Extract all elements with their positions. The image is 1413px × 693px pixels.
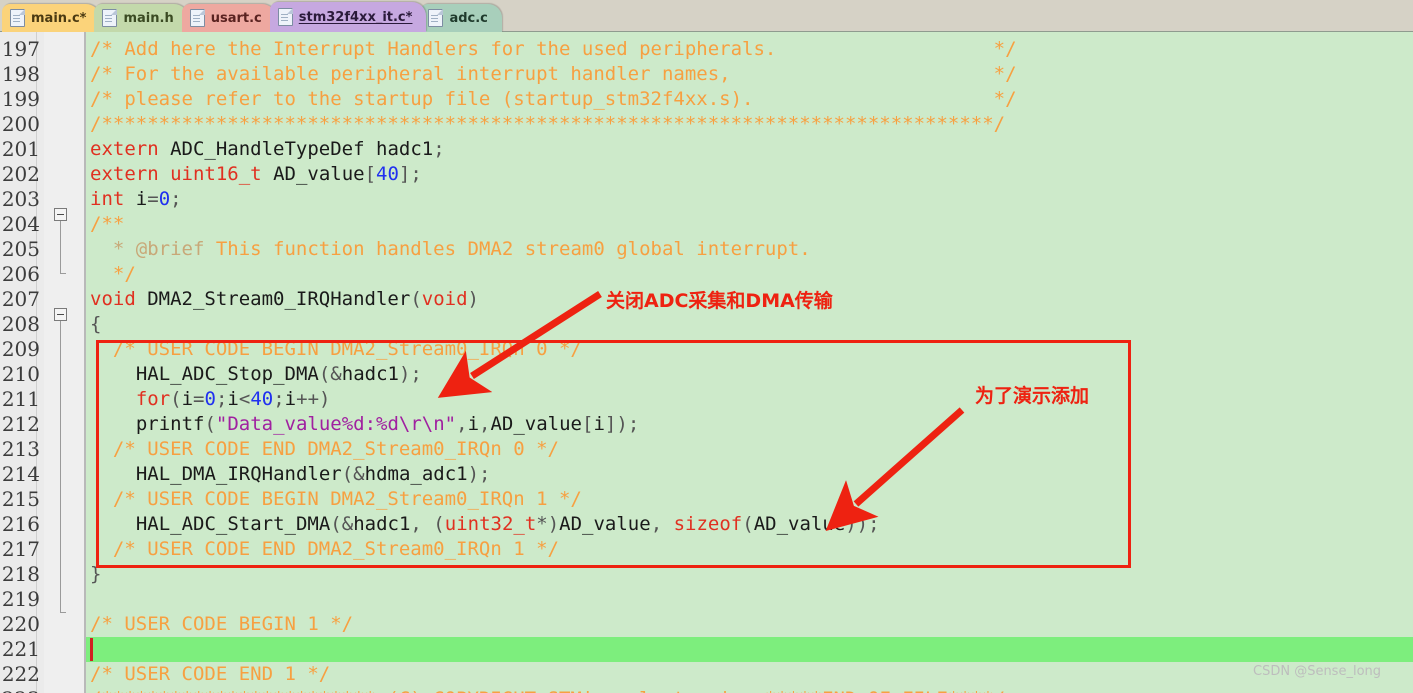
line-number: 210 bbox=[1, 362, 40, 386]
tab-stm32f4xx-it-c-[interactable]: stm32f4xx_it.c* bbox=[269, 2, 427, 32]
line-number: 217 bbox=[1, 537, 40, 561]
line-number: 197 bbox=[1, 37, 40, 61]
code-line[interactable]: printf("Data_value%d:%d\r\n",i,AD_value[… bbox=[90, 412, 1413, 437]
line-number: 205 bbox=[1, 237, 40, 261]
line-number: 221 bbox=[1, 637, 40, 661]
file-icon bbox=[189, 9, 205, 27]
code-line[interactable]: */ bbox=[90, 262, 1413, 287]
file-icon bbox=[10, 9, 25, 27]
text-caret bbox=[90, 638, 93, 661]
fold-range-end-208 bbox=[60, 612, 66, 613]
annotation-stop-adc-dma: 关闭ADC采集和DMA传输 bbox=[606, 290, 833, 312]
current-line-highlight bbox=[86, 637, 1413, 662]
line-number: 219 bbox=[1, 587, 40, 611]
annotation-demo-added: 为了演示添加 bbox=[975, 385, 1090, 407]
line-number: 214 bbox=[1, 462, 40, 486]
code-line[interactable]: * @brief This function handles DMA2 stre… bbox=[90, 237, 1413, 262]
line-number: 198 bbox=[1, 62, 40, 86]
fold-gutter[interactable] bbox=[44, 32, 86, 693]
tab-main-c-[interactable]: main.c* bbox=[2, 4, 101, 32]
fold-marker-204[interactable] bbox=[54, 208, 67, 221]
code-line[interactable]: /* For the available peripheral interrup… bbox=[90, 62, 1413, 87]
line-number: 207 bbox=[1, 287, 40, 311]
code-editor-window: main.c* main.h usart.c stm32f4xx_it.c* adc.c… bbox=[0, 0, 1413, 693]
code-line[interactable]: /************************ (C) COPYRIGHT … bbox=[90, 687, 1413, 693]
editor-tab-bar: main.c* main.h usart.c stm32f4xx_it.c* adc.c bbox=[0, 0, 1413, 32]
fold-gutter-divider bbox=[84, 32, 86, 693]
line-number: 212 bbox=[1, 412, 40, 436]
tab-label: main.c* bbox=[31, 10, 87, 26]
fold-marker-208[interactable] bbox=[54, 308, 67, 321]
line-number: 203 bbox=[1, 187, 40, 211]
code-line[interactable]: HAL_DMA_IRQHandler(&hdma_adc1); bbox=[90, 462, 1413, 487]
line-number: 201 bbox=[1, 137, 40, 161]
fold-range-bar-208 bbox=[60, 321, 61, 612]
file-icon bbox=[277, 8, 293, 26]
code-line[interactable]: /* USER CODE END DMA2_Stream0_IRQn 1 */ bbox=[90, 537, 1413, 562]
line-number: 208 bbox=[1, 312, 40, 336]
tab-label: adc.c bbox=[449, 10, 488, 26]
code-line[interactable]: /* USER CODE BEGIN DMA2_Stream0_IRQn 1 *… bbox=[90, 487, 1413, 512]
code-line[interactable]: /* USER CODE BEGIN DMA2_Stream0_IRQn 0 *… bbox=[90, 337, 1413, 362]
editor-surface[interactable]: 197 /* Add here the Interrupt Handlers fo… bbox=[0, 32, 1413, 693]
tab-main-h[interactable]: main.h bbox=[94, 4, 188, 32]
line-number: 211 bbox=[1, 387, 40, 411]
tab-strip: main.c* main.h usart.c stm32f4xx_it.c* adc.c bbox=[0, 0, 1413, 32]
code-line[interactable]: /***************************************… bbox=[90, 112, 1413, 137]
line-number: 216 bbox=[1, 512, 40, 536]
line-number: 222 bbox=[1, 662, 40, 686]
tab-label: usart.c bbox=[210, 10, 262, 26]
code-line[interactable]: extern uint16_t AD_value[40]; bbox=[90, 162, 1413, 187]
code-line[interactable]: int i=0; bbox=[90, 187, 1413, 212]
fold-range-end-204 bbox=[60, 273, 66, 274]
line-number: 223 bbox=[0, 687, 40, 693]
code-line[interactable]: /* USER CODE END 1 */ bbox=[90, 662, 1413, 687]
line-number: 220 bbox=[1, 612, 40, 636]
code-line[interactable]: HAL_ADC_Stop_DMA(&hadc1); bbox=[90, 362, 1413, 387]
fold-range-bar-204 bbox=[60, 221, 61, 273]
code-line[interactable]: extern ADC_HandleTypeDef hadc1; bbox=[90, 137, 1413, 162]
file-icon bbox=[102, 9, 118, 27]
code-line[interactable]: { bbox=[90, 312, 1413, 337]
code-line[interactable]: } bbox=[90, 562, 1413, 587]
code-line[interactable]: /* Add here the Interrupt Handlers for t… bbox=[90, 37, 1413, 62]
code-line[interactable]: /* USER CODE BEGIN 1 */ bbox=[90, 612, 1413, 637]
file-icon bbox=[428, 9, 444, 27]
watermark: CSDN @Sense_long bbox=[1253, 664, 1382, 679]
line-number: 215 bbox=[1, 487, 40, 511]
line-number: 199 bbox=[1, 87, 40, 111]
code-line[interactable]: /* please refer to the startup file (sta… bbox=[90, 87, 1413, 112]
tab-label: stm32f4xx_it.c* bbox=[298, 9, 413, 25]
tab-label: main.h bbox=[123, 10, 174, 26]
tab-usart-c[interactable]: usart.c bbox=[181, 4, 276, 32]
tab-adc-c[interactable]: adc.c bbox=[420, 4, 502, 32]
line-number: 213 bbox=[1, 437, 40, 461]
code-line[interactable]: /* USER CODE END DMA2_Stream0_IRQn 0 */ bbox=[90, 437, 1413, 462]
code-line[interactable]: HAL_ADC_Start_DMA(&hadc1, (uint32_t*)AD_… bbox=[90, 512, 1413, 537]
line-number: 202 bbox=[1, 162, 40, 186]
line-number: 200 bbox=[1, 112, 40, 136]
line-number: 218 bbox=[1, 562, 40, 586]
line-number: 204 bbox=[1, 212, 40, 236]
line-number: 206 bbox=[1, 262, 40, 286]
code-line[interactable]: for(i=0;i<40;i++) bbox=[90, 387, 1413, 412]
line-number: 209 bbox=[1, 337, 40, 361]
code-line[interactable]: /** bbox=[90, 212, 1413, 237]
